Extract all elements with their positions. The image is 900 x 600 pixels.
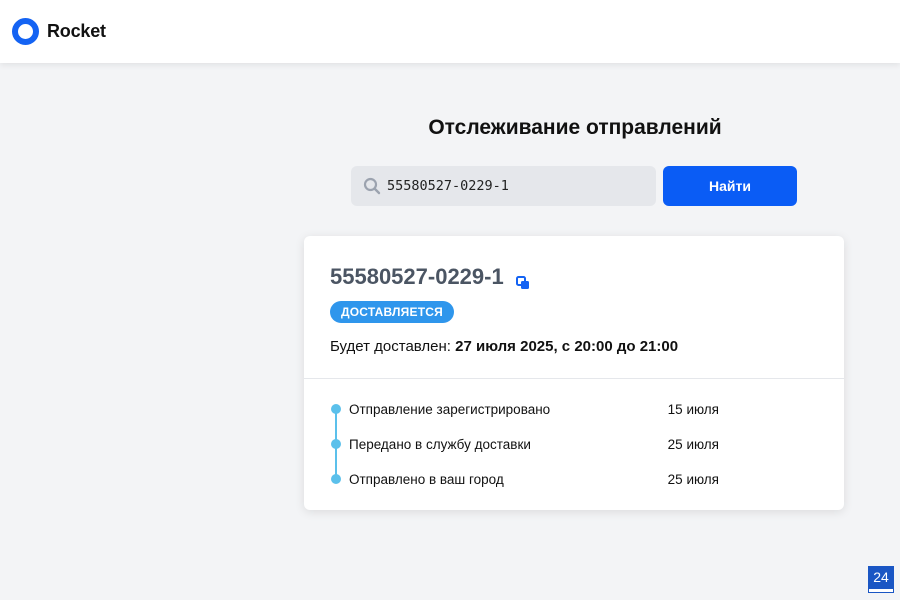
delivery-prefix: Будет доставлен:	[330, 338, 456, 355]
status-badge: ДОСТАВЛЯЕТСЯ	[330, 301, 454, 323]
shipment-number-row: 55580527-0229-1	[330, 264, 530, 290]
event-label: Отправление зарегистрировано	[349, 401, 551, 417]
shipment-number: 55580527-0229-1	[330, 264, 504, 289]
brand-name[interactable]: Rocket	[47, 21, 106, 42]
event-date: 15 июля	[667, 401, 719, 417]
rocket-logo-icon[interactable]	[12, 18, 39, 45]
corner-badge[interactable]: 24	[868, 566, 894, 593]
timeline-dot	[331, 474, 341, 484]
tracking-number-input[interactable]	[387, 178, 637, 194]
timeline-event: Отправлено в ваш город 25 июля	[330, 469, 810, 489]
search-icon	[363, 177, 381, 195]
delivery-window: 27 июля 2025, с 20:00 до 21:00	[455, 338, 679, 355]
timeline-dot	[331, 439, 341, 449]
event-date: 25 июля	[667, 471, 719, 487]
find-button[interactable]: Найти	[663, 166, 797, 206]
event-date: 25 июля	[667, 436, 719, 452]
delivery-estimate: Будет доставлен: 27 июля 2025, с 20:00 д…	[330, 338, 678, 355]
shipment-card: 55580527-0229-1 ДОСТАВЛЯЕТСЯ Будет доста…	[304, 236, 844, 510]
timeline-dot	[331, 404, 341, 414]
copy-icon[interactable]	[515, 270, 530, 289]
page-title: Отслеживание отправлений	[428, 116, 722, 139]
top-header: Rocket	[0, 0, 900, 63]
event-label: Отправлено в ваш город	[349, 471, 504, 487]
timeline-event: Передано в службу доставки 25 июля	[330, 434, 810, 454]
timeline-event: Отправление зарегистрировано 15 июля	[330, 399, 810, 419]
event-label: Передано в службу доставки	[349, 436, 531, 452]
card-divider	[304, 378, 844, 379]
search-box[interactable]	[351, 166, 656, 206]
